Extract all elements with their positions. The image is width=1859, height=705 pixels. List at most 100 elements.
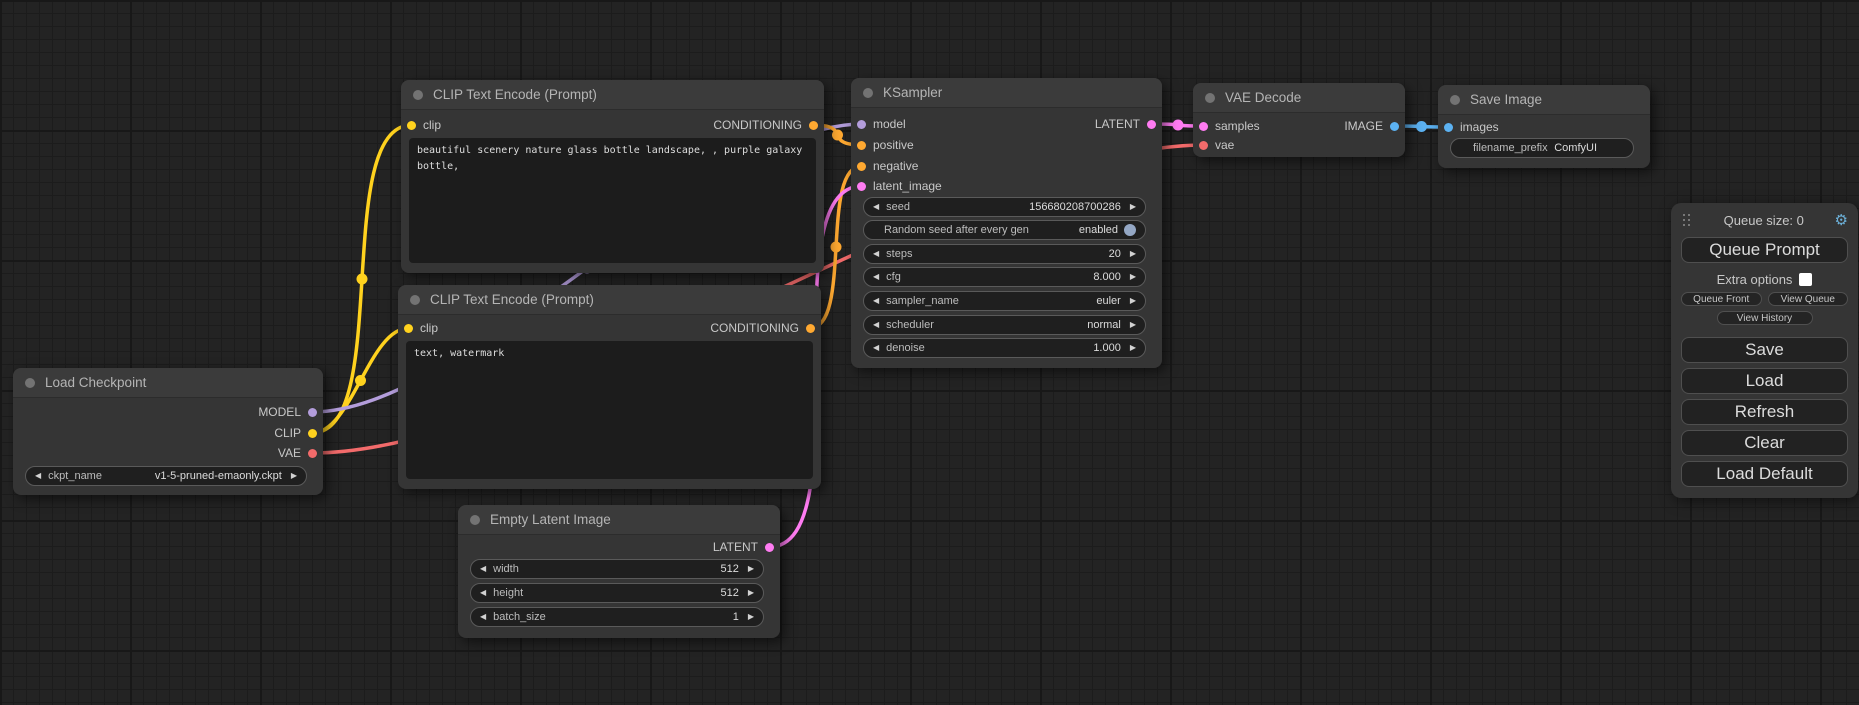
node-header[interactable]: Empty Latent Image	[458, 505, 780, 535]
input-slot-images[interactable]	[1444, 123, 1453, 132]
output-slot-latent[interactable]	[765, 543, 774, 552]
steps-widget[interactable]: ◀ steps 20 ▶	[863, 244, 1146, 264]
decrement-arrow-icon[interactable]: ◀	[480, 589, 486, 597]
increment-arrow-icon[interactable]: ▶	[291, 472, 297, 480]
ckpt-name-widget[interactable]: ◀ ckpt_name v1-5-pruned-emaonly.ckpt ▶	[25, 466, 307, 486]
output-label-image: IMAGE	[1344, 119, 1383, 133]
output-label-conditioning: CONDITIONING	[710, 321, 799, 335]
increment-arrow-icon[interactable]: ▶	[748, 589, 754, 597]
toggle-icon[interactable]	[1124, 224, 1136, 236]
node-title: Save Image	[1470, 92, 1542, 107]
input-slot-negative[interactable]	[857, 162, 866, 171]
collapse-dot-icon[interactable]	[25, 378, 35, 388]
node-header[interactable]: CLIP Text Encode (Prompt)	[401, 80, 824, 110]
node-clip-text-encode-positive[interactable]: CLIP Text Encode (Prompt) clip CONDITION…	[401, 80, 824, 273]
collapse-dot-icon[interactable]	[863, 88, 873, 98]
node-load-checkpoint[interactable]: Load Checkpoint MODEL CLIP VAE ◀ ckpt_na…	[13, 368, 323, 495]
sampler-name-widget[interactable]: ◀ sampler_name euler ▶	[863, 291, 1146, 311]
input-slot-model[interactable]	[857, 120, 866, 129]
output-label-clip: CLIP	[274, 426, 301, 440]
random-seed-toggle-widget[interactable]: Random seed after every gen enabled	[863, 220, 1146, 240]
widget-label: seed	[886, 201, 910, 213]
output-slot-latent[interactable]	[1147, 120, 1156, 129]
increment-arrow-icon[interactable]: ▶	[1130, 297, 1136, 305]
decrement-arrow-icon[interactable]: ◀	[480, 565, 486, 573]
node-vae-decode[interactable]: VAE Decode samples IMAGE vae	[1193, 83, 1405, 157]
positive-prompt-textarea[interactable]: beautiful scenery nature glass bottle la…	[409, 138, 816, 263]
collapse-dot-icon[interactable]	[413, 90, 423, 100]
input-label-clip: clip	[423, 118, 441, 132]
output-label-conditioning: CONDITIONING	[713, 118, 802, 132]
node-title: VAE Decode	[1225, 90, 1301, 105]
decrement-arrow-icon[interactable]: ◀	[873, 250, 879, 258]
node-header[interactable]: CLIP Text Encode (Prompt)	[398, 285, 821, 315]
node-ksampler[interactable]: KSampler model LATENT positive negative …	[851, 78, 1162, 368]
node-empty-latent-image[interactable]: Empty Latent Image LATENT ◀ width 512 ▶ …	[458, 505, 780, 638]
node-save-image[interactable]: Save Image images filename_prefix ComfyU…	[1438, 85, 1650, 168]
refresh-button[interactable]: Refresh	[1681, 399, 1848, 425]
drag-handle-icon[interactable]	[1683, 214, 1693, 226]
input-slot-positive[interactable]	[857, 141, 866, 150]
denoise-widget[interactable]: ◀ denoise 1.000 ▶	[863, 338, 1146, 358]
batch-size-widget[interactable]: ◀ batch_size 1 ▶	[470, 607, 764, 627]
node-header[interactable]: Load Checkpoint	[13, 368, 323, 398]
decrement-arrow-icon[interactable]: ◀	[873, 203, 879, 211]
collapse-dot-icon[interactable]	[1205, 93, 1215, 103]
slot-row: samples IMAGE	[1193, 116, 1405, 136]
decrement-arrow-icon[interactable]: ◀	[480, 613, 486, 621]
collapse-dot-icon[interactable]	[470, 515, 480, 525]
input-label-samples: samples	[1215, 119, 1260, 133]
increment-arrow-icon[interactable]: ▶	[1130, 250, 1136, 258]
output-slot-conditioning[interactable]	[809, 121, 818, 130]
increment-arrow-icon[interactable]: ▶	[1130, 321, 1136, 329]
queue-prompt-button[interactable]: Queue Prompt	[1681, 237, 1848, 263]
node-header[interactable]: KSampler	[851, 78, 1162, 108]
input-slot-clip[interactable]	[404, 324, 413, 333]
load-default-button[interactable]: Load Default	[1681, 461, 1848, 487]
output-slot-image[interactable]	[1390, 122, 1399, 131]
increment-arrow-icon[interactable]: ▶	[1130, 273, 1136, 281]
increment-arrow-icon[interactable]: ▶	[1130, 203, 1136, 211]
node-clip-text-encode-negative[interactable]: CLIP Text Encode (Prompt) clip CONDITION…	[398, 285, 821, 489]
comfyui-canvas[interactable]: { "icons": { "left_arrow": "◀", "right_a…	[0, 0, 1859, 705]
decrement-arrow-icon[interactable]: ◀	[873, 321, 879, 329]
increment-arrow-icon[interactable]: ▶	[748, 613, 754, 621]
node-header[interactable]: VAE Decode	[1193, 83, 1405, 113]
save-button[interactable]: Save	[1681, 337, 1848, 363]
node-header[interactable]: Save Image	[1438, 85, 1650, 115]
width-widget[interactable]: ◀ width 512 ▶	[470, 559, 764, 579]
decrement-arrow-icon[interactable]: ◀	[873, 344, 879, 352]
input-slot-vae[interactable]	[1199, 141, 1208, 150]
increment-arrow-icon[interactable]: ▶	[1130, 344, 1136, 352]
output-label-latent: LATENT	[1095, 117, 1140, 131]
height-widget[interactable]: ◀ height 512 ▶	[470, 583, 764, 603]
increment-arrow-icon[interactable]: ▶	[748, 565, 754, 573]
collapse-dot-icon[interactable]	[410, 295, 420, 305]
output-slot-model[interactable]	[308, 408, 317, 417]
decrement-arrow-icon[interactable]: ◀	[35, 472, 41, 480]
input-slot-samples[interactable]	[1199, 122, 1208, 131]
widget-label: denoise	[886, 342, 925, 354]
negative-prompt-textarea[interactable]: text, watermark	[406, 341, 813, 479]
decrement-arrow-icon[interactable]: ◀	[873, 273, 879, 281]
view-history-button[interactable]: View History	[1717, 311, 1813, 325]
collapse-dot-icon[interactable]	[1450, 95, 1460, 105]
load-button[interactable]: Load	[1681, 368, 1848, 394]
input-slot-latent-image[interactable]	[857, 182, 866, 191]
extra-options-checkbox[interactable]	[1799, 273, 1812, 286]
scheduler-widget[interactable]: ◀ scheduler normal ▶	[863, 315, 1146, 335]
settings-gear-icon[interactable]: ⚙	[1835, 213, 1848, 228]
input-slot-clip[interactable]	[407, 121, 416, 130]
output-slot-clip[interactable]	[308, 429, 317, 438]
queue-front-button[interactable]: Queue Front	[1681, 292, 1762, 306]
cfg-widget[interactable]: ◀ cfg 8.000 ▶	[863, 267, 1146, 287]
output-slot-conditioning[interactable]	[806, 324, 815, 333]
filename-prefix-widget[interactable]: filename_prefix ComfyUI	[1450, 138, 1634, 158]
clear-button[interactable]: Clear	[1681, 430, 1848, 456]
output-slot-vae[interactable]	[308, 449, 317, 458]
view-queue-button[interactable]: View Queue	[1768, 292, 1849, 306]
node-title: Load Checkpoint	[45, 375, 146, 390]
seed-widget[interactable]: ◀ seed 156680208700286 ▶	[863, 197, 1146, 217]
slot-row: images	[1438, 117, 1650, 137]
decrement-arrow-icon[interactable]: ◀	[873, 297, 879, 305]
